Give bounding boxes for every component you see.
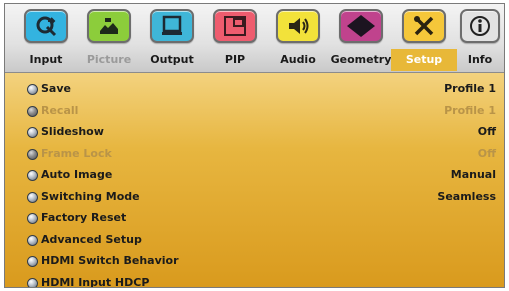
pip-icon: [213, 9, 257, 43]
menu-item-label: HDMI Switch Behavior: [41, 254, 179, 267]
menu-item-label: Auto Image: [41, 168, 113, 181]
tab-picture[interactable]: Picture: [78, 9, 140, 71]
tab-label: Setup: [405, 53, 443, 66]
menu-item-label: Advanced Setup: [41, 232, 142, 246]
menu-item-switching-mode[interactable]: Switching Mode Seamless: [5, 187, 504, 208]
menu-item-advanced-setup[interactable]: Advanced Setup: [5, 230, 504, 251]
tab-label: Geometry: [330, 53, 392, 66]
info-icon: [460, 9, 500, 43]
menu-item-frame-lock: Frame Lock Off: [5, 144, 504, 165]
input-icon: [24, 9, 68, 43]
geometry-icon: [339, 9, 383, 43]
menu-item-value: Seamless: [437, 189, 496, 203]
tab-label: Audio: [280, 53, 316, 66]
tab-setup[interactable]: Setup: [391, 9, 457, 71]
bullet-icon: [27, 84, 38, 95]
audio-icon: [276, 9, 320, 43]
setup-menu: Save Profile 1 Recall Profile 1 Slidesho…: [5, 73, 504, 288]
setup-icon: [402, 9, 446, 43]
bullet-icon: [27, 256, 38, 267]
menu-item-value: Profile 1: [444, 82, 496, 95]
bullet-icon: [27, 170, 38, 181]
tab-audio[interactable]: Audio: [267, 9, 329, 71]
menu-item-value: Profile 1: [444, 103, 496, 117]
menu-item-label: Slideshow: [41, 125, 104, 138]
menu-item-label: Factory Reset: [41, 211, 127, 224]
tab-geometry[interactable]: Geometry: [330, 9, 392, 71]
tab-label: Output: [150, 53, 194, 66]
menu-item-factory-reset[interactable]: Factory Reset: [5, 208, 504, 229]
menu-item-value: Off: [477, 125, 496, 138]
bullet-icon: [27, 105, 38, 117]
menu-item-label: Recall: [41, 103, 79, 117]
menu-item-recall: Recall Profile 1: [5, 101, 504, 122]
menu-item-hdmi-input-hdcp[interactable]: HDMI Input HDCP: [5, 273, 504, 288]
bullet-icon: [27, 127, 38, 138]
tab-label: Picture: [86, 53, 132, 66]
output-icon: [150, 9, 194, 43]
menu-item-slideshow[interactable]: Slideshow Off: [5, 122, 504, 143]
menu-item-auto-image[interactable]: Auto Image Manual: [5, 165, 504, 186]
menu-item-label: Switching Mode: [41, 189, 140, 203]
bullet-icon: [27, 277, 38, 287]
bullet-icon: [27, 213, 38, 224]
tab-label: Input: [29, 53, 63, 66]
menu-item-label: HDMI Input HDCP: [41, 275, 150, 288]
bullet-icon: [27, 234, 38, 246]
osd-window: Input Picture Output PIP Audio Geometry …: [4, 3, 505, 288]
menu-item-save[interactable]: Save Profile 1: [5, 79, 504, 100]
tab-label: PIP: [224, 53, 246, 66]
picture-icon: [87, 9, 131, 43]
menu-item-value: Off: [477, 146, 496, 160]
menu-item-value: Manual: [450, 168, 496, 181]
menu-item-label: Frame Lock: [41, 146, 112, 160]
tab-output[interactable]: Output: [141, 9, 203, 71]
tab-label: Info: [467, 53, 493, 66]
tab-pip[interactable]: PIP: [204, 9, 266, 71]
bullet-icon: [27, 191, 38, 203]
menu-item-hdmi-switch-behavior[interactable]: HDMI Switch Behavior: [5, 251, 504, 272]
menu-tab-bar: Input Picture Output PIP Audio Geometry …: [5, 4, 504, 73]
bullet-icon: [27, 148, 38, 160]
tab-info[interactable]: Info: [456, 9, 504, 71]
menu-item-label: Save: [41, 82, 71, 95]
tab-input[interactable]: Input: [15, 9, 77, 71]
